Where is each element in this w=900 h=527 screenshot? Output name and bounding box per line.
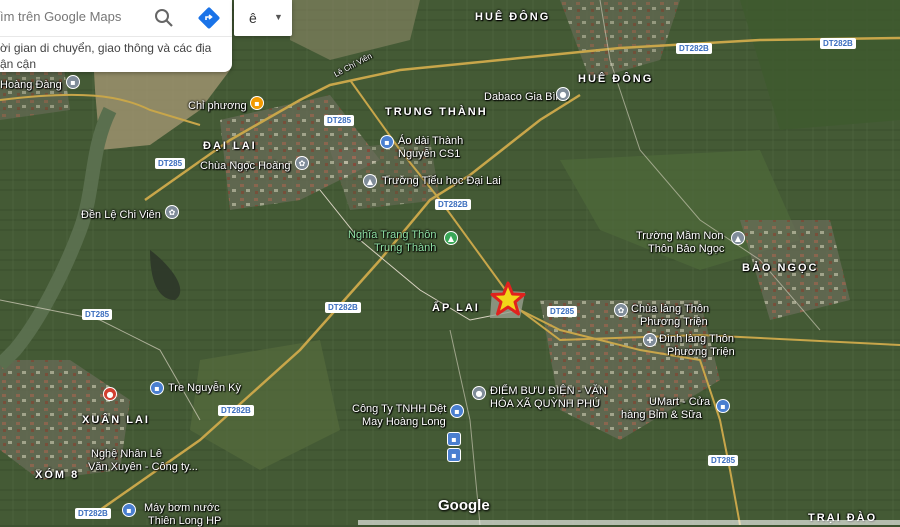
poi-label-line-1: Nghệ Nhân Lê (91, 448, 162, 460)
church-icon: ✚ (643, 333, 657, 347)
shop-icon: ▪ (122, 503, 136, 517)
cemetery-icon: ▲ (444, 231, 458, 245)
shop-icon: ▪ (250, 96, 264, 110)
education-icon: ▲ (363, 174, 377, 188)
search-input[interactable] (0, 9, 150, 24)
temple-icon: ✿ (295, 156, 309, 170)
road-shield-dt282b: DT282B (676, 43, 712, 54)
road-shield-dt282b: DT282B (218, 405, 254, 416)
poi-label-line-2: Phương Triện (667, 346, 735, 358)
road-shield-dt282b: DT282B (820, 38, 856, 49)
poi-label-line-2: May Hoàng Long (362, 416, 446, 428)
road-shield-dt285: DT285 (547, 306, 578, 317)
poi-hoang-dang[interactable]: Hoàng Đàng ▪ (0, 75, 80, 93)
poi-label-line-2: HÓA XÃ QUỲNH PHÚ (490, 398, 601, 410)
area-label-xom-8: XÓM 8 (35, 469, 80, 481)
search-hint: ời gian di chuyển, giao thông và các địa… (0, 40, 230, 72)
poi-den-le-chi-vien[interactable]: Đền Lệ Chi Viên ✿ (81, 205, 179, 223)
road-shield-dt282b: DT282B (75, 508, 111, 519)
poi-label: Chỉ phương (188, 100, 247, 112)
road-shield-dt285: DT285 (324, 115, 355, 126)
search-hint-line-2: ận cận (0, 57, 37, 71)
search-row (0, 0, 232, 37)
bus-stop-icon[interactable]: ▪ (447, 448, 461, 462)
area-label-trung-thanh: TRUNG THÀNH (385, 106, 488, 118)
poi-label-line-1: Đình làng Thôn (659, 333, 735, 345)
area-label-bao-ngoc: BẢO NGỌC (742, 262, 819, 274)
language-letter: ê (249, 10, 257, 26)
road-shield-dt285: DT285 (82, 309, 113, 320)
poi-label-line-1: Máy bơm nước (144, 502, 220, 514)
search-icon[interactable] (152, 6, 176, 30)
poi-label: Trường Tiểu học Đại Lai (382, 175, 501, 187)
road-shield-dt282b: DT282B (325, 302, 361, 313)
road-shield-dt285: DT285 (708, 455, 739, 466)
area-label-hue-dong-top: HUÊ ĐÔNG (475, 11, 551, 23)
temple-icon: ✿ (614, 303, 628, 317)
poi-label-line-2: hàng Bỉm & Sữa (621, 409, 702, 421)
area-label-hue-dong: HUÊ ĐÔNG (578, 73, 654, 85)
education-icon: ▲ (731, 231, 745, 245)
poi-label-line-1: Công Ty TNHH Dệt (352, 403, 447, 415)
dropdown-icon[interactable]: ▼ (274, 12, 283, 22)
poi-chua-ngoc-hoang[interactable]: Chùa Ngọc Hoàng ✿ (200, 156, 309, 174)
poi-label: Đền Lệ Chi Viên (81, 209, 161, 221)
area-label-xuan-lai: XUÂN LAI (82, 414, 150, 426)
poi-chi-phuong[interactable]: Chỉ phương ▪ (188, 96, 264, 114)
road-shield-dt285: DT285 (155, 158, 186, 169)
shop-icon: ▪ (450, 404, 464, 418)
poi-label-line-1: Chùa làng Thôn (631, 303, 710, 315)
location-pin-icon[interactable]: ● (103, 387, 117, 401)
poi-label-line-1: ĐIỂM BƯU ĐIỆN - VĂN (490, 385, 607, 397)
poi-dabaco[interactable]: Dabaco Gia Bình ● (484, 87, 570, 105)
poi-label-line-2: Văn Xuyên - Công ty... (88, 461, 198, 473)
location-pin-icon: ● (556, 87, 570, 101)
poi-label-line-1: UMart - Cửa (649, 396, 711, 408)
attribution-bar (358, 520, 900, 525)
poi-label-line-2: Thiên Long HP (148, 515, 222, 527)
area-label-ap-lai: ẤP LAI (432, 302, 480, 314)
poi-label-line-2: Nguyễn CS1 (398, 148, 461, 160)
poi-label-line-2: Phương Triện (640, 316, 708, 328)
poi-label: Tre Nguyễn Kỳ (168, 382, 241, 394)
poi-label-line-2: Trung Thành (374, 242, 437, 254)
google-logo: Google (438, 497, 490, 514)
bus-stop-icon[interactable]: ▪ (447, 432, 461, 446)
shop-icon: ▪ (150, 381, 164, 395)
language-selector[interactable]: ê ▼ (234, 0, 292, 36)
directions-icon[interactable] (196, 5, 222, 31)
shop-icon: ▪ (66, 75, 80, 89)
temple-icon: ✿ (165, 205, 179, 219)
shop-icon: ▪ (380, 135, 394, 149)
search-hint-line-1: ời gian di chuyển, giao thông và các địa (0, 41, 212, 55)
road-shield-dt282b: DT282B (435, 199, 471, 210)
search-panel: ời gian di chuyển, giao thông và các địa… (0, 0, 232, 72)
poi-label: Chùa Ngọc Hoàng (200, 160, 291, 172)
shop-icon: ▪ (716, 399, 730, 413)
poi-label: Hoàng Đàng (0, 79, 62, 91)
poi-label-line-2: Thôn Bảo Ngọc (648, 243, 725, 255)
location-pin-icon: ● (472, 386, 486, 400)
poi-label-line-1: Áo dài Thành (398, 135, 464, 147)
area-label-dai-lai: ĐẠI LAI (203, 140, 257, 152)
poi-label-line-1: Trường Mầm Non (636, 230, 724, 242)
star-marker-icon[interactable] (490, 281, 526, 317)
poi-label-line-1: Nghĩa Trang Thôn (348, 229, 437, 241)
